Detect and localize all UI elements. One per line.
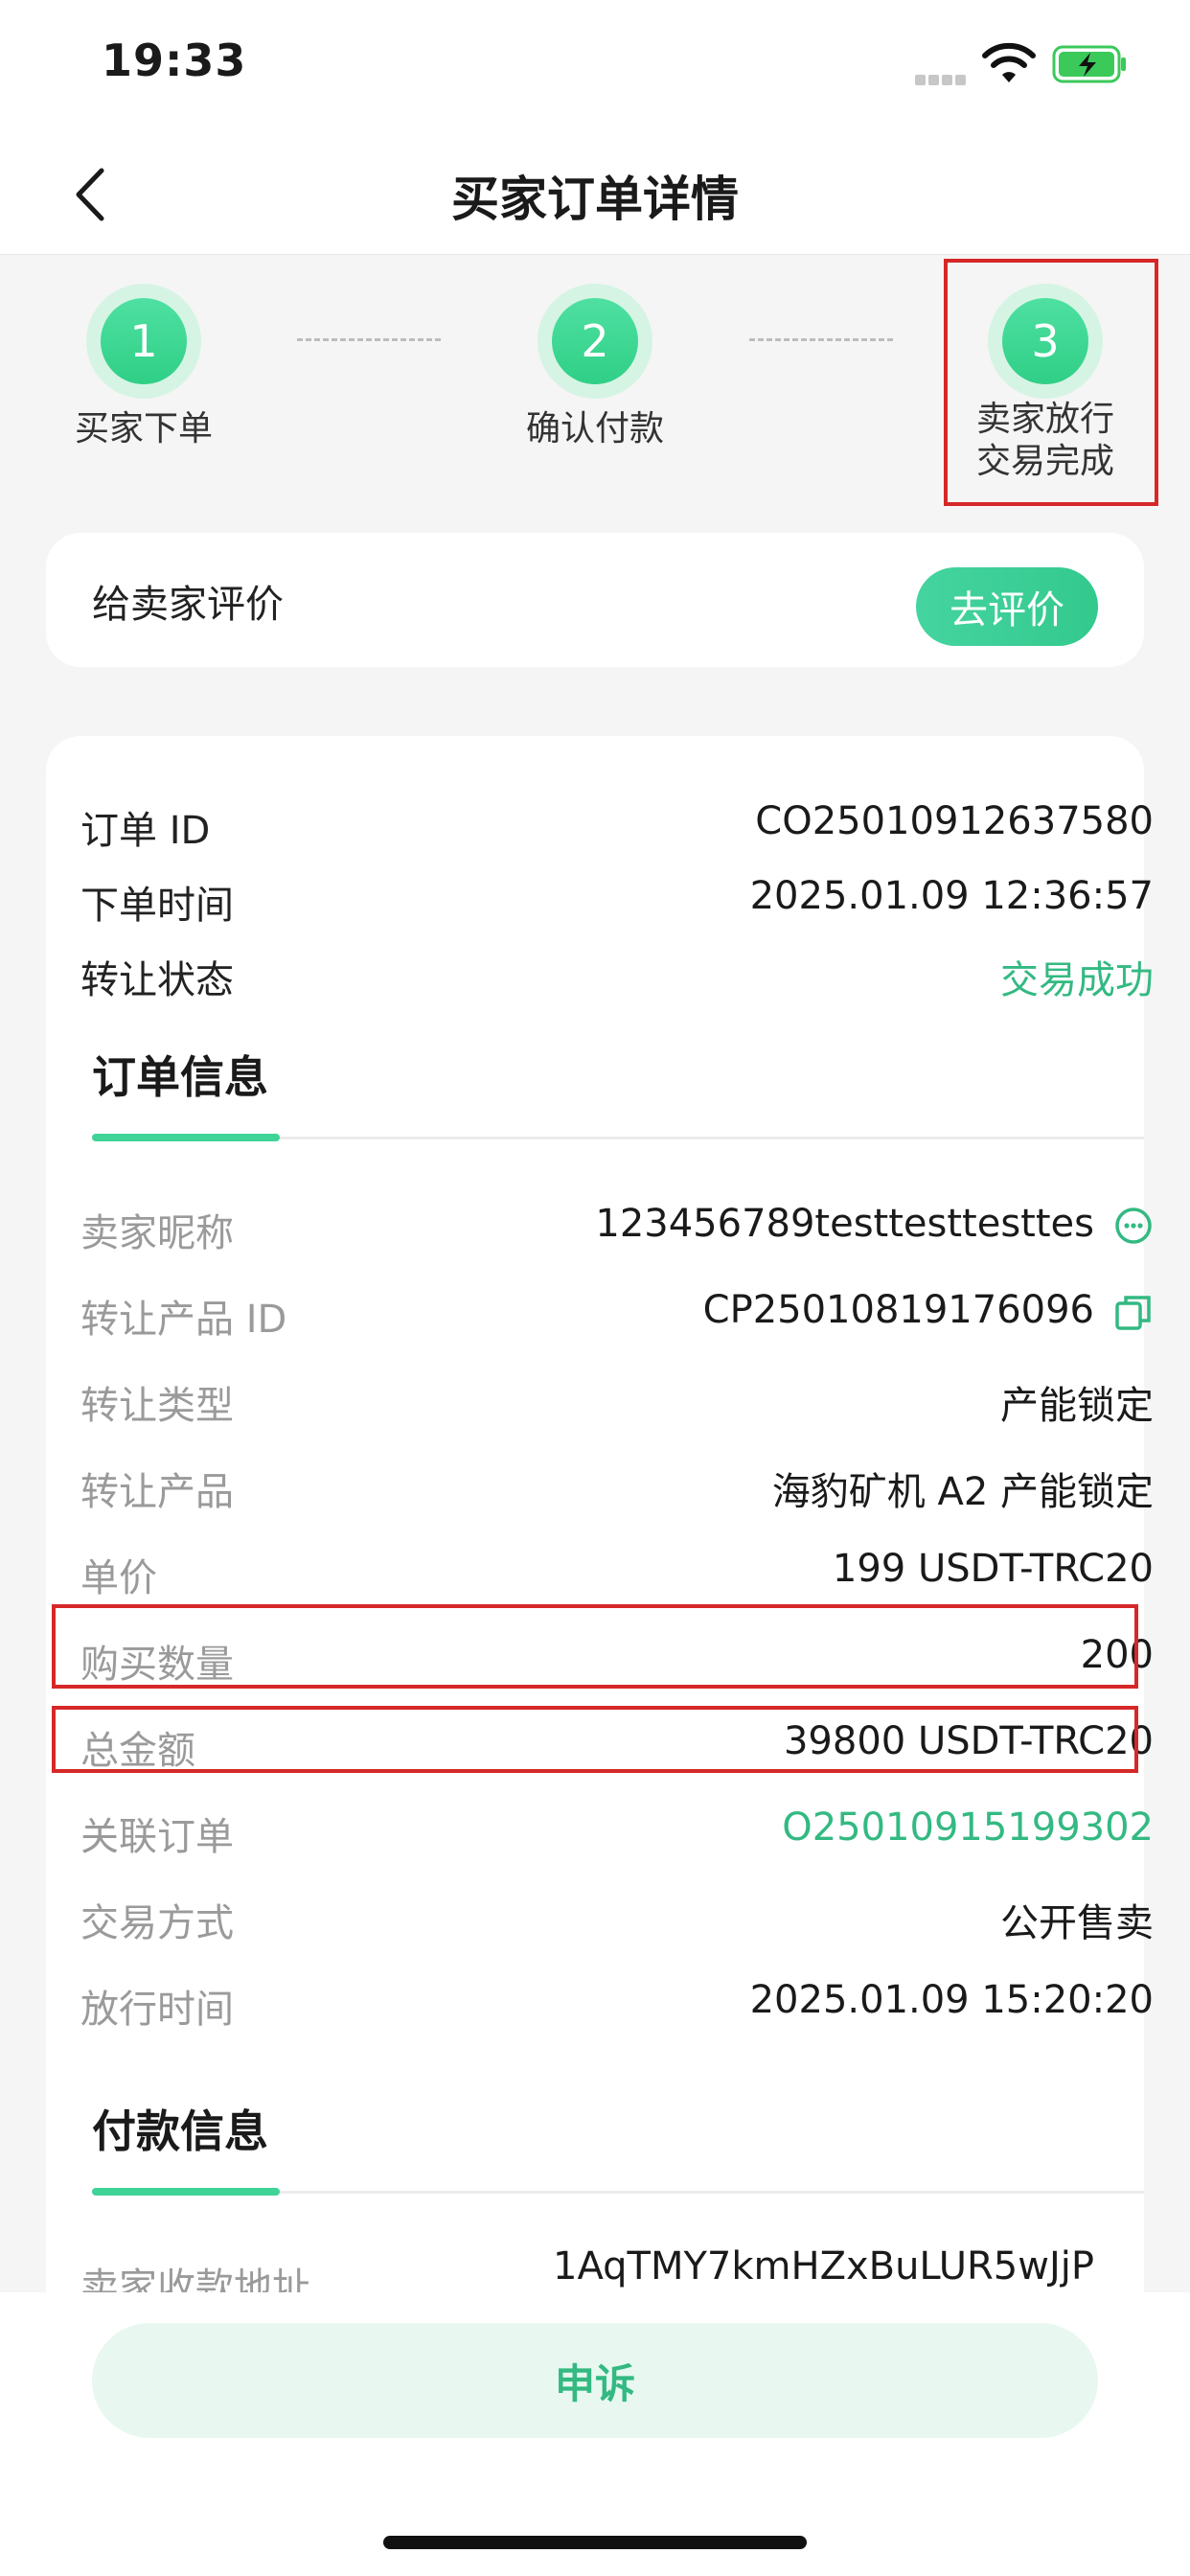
step-2-number: 2 [552, 298, 638, 384]
highlight-box-quantity [52, 1604, 1138, 1689]
highlight-box-total [52, 1706, 1138, 1773]
order-row-seller-nickname: 卖家昵称 123456789testtesttesttes [80, 1190, 1154, 1257]
battery-charging-icon [1052, 45, 1126, 83]
linked-order-link[interactable]: O25010915199302 [782, 1806, 1154, 1850]
appeal-button[interactable]: 申诉 [92, 2323, 1098, 2438]
row-value: CO25010912637580 [755, 799, 1154, 843]
row-label: 转让类型 [80, 1384, 234, 1428]
step-1: 1 买家下单 [38, 284, 249, 450]
order-row-product-id: 转让产品 ID CP25010819176096 [80, 1276, 1154, 1344]
copy-icon[interactable] [1113, 1292, 1154, 1332]
step-connector [297, 338, 441, 341]
row-value: CP25010819176096 [702, 1288, 1094, 1332]
row-label: 转让状态 [80, 958, 234, 1002]
review-card: 给卖家评价 去评价 [46, 533, 1144, 667]
status-value: 交易成功 [1000, 958, 1154, 1002]
row-value: 产能锁定 [1000, 1384, 1154, 1428]
order-row-trade-method: 交易方式 公开售卖 [80, 1880, 1154, 1947]
row-label: 卖家昵称 [80, 1211, 234, 1255]
step-2-label: 确认付款 [525, 409, 664, 448]
row-label: 下单时间 [80, 884, 234, 928]
row-label: 单价 [80, 1556, 157, 1600]
row-label: 转让产品 [80, 1470, 234, 1514]
home-indicator [383, 2536, 807, 2549]
section-title-order-info: 订单信息 [92, 1051, 268, 1103]
row-value: 1AqTMY7kmHZxBuLUR5wJjP [553, 2244, 1094, 2288]
row-value: 123456789testtesttesttes [595, 1202, 1094, 1246]
order-row-linked-order: 关联订单 O25010915199302 [80, 1794, 1154, 1861]
order-row-product: 转让产品 海豹矿机 A2 产能锁定 [80, 1449, 1154, 1516]
row-value: 2025.01.09 12:36:57 [749, 874, 1154, 918]
row-value: 2025.01.09 15:20:20 [749, 1978, 1154, 2022]
review-label: 给卖家评价 [92, 583, 284, 627]
row-value: 199 USDT-TRC20 [832, 1547, 1154, 1591]
row-label: 订单 ID [80, 809, 211, 853]
section-underline [92, 1134, 1144, 1141]
page-title: 买家订单详情 [451, 172, 739, 227]
detail-row-order-id: 订单 ID CO25010912637580 [80, 788, 1154, 855]
signal-dots-icon [915, 71, 969, 85]
row-value: 公开售卖 [1000, 1901, 1154, 1945]
section-underline [92, 2188, 1144, 2196]
status-time: 19:33 [102, 34, 247, 86]
navigation-bar: 买家订单详情 [0, 134, 1190, 255]
order-row-release-time: 放行时间 2025.01.09 15:20:20 [80, 1966, 1154, 2034]
review-button[interactable]: 去评价 [916, 567, 1098, 646]
chat-icon[interactable] [1113, 1206, 1154, 1246]
wifi-icon [982, 42, 1036, 82]
step-connector [749, 338, 893, 341]
highlight-box-step-3 [944, 259, 1158, 506]
order-row-transfer-type: 转让类型 产能锁定 [80, 1363, 1154, 1430]
row-value: 海豹矿机 A2 产能锁定 [771, 1470, 1154, 1514]
status-bar: 19:33 [0, 0, 1190, 134]
section-title-payment-info: 付款信息 [92, 2105, 268, 2157]
order-detail-page: 19:33 买家订单详情 1 买家下单 2 确认付款 3 卖家放行 交易完成 给… [0, 0, 1190, 2576]
row-label: 放行时间 [80, 1988, 234, 2032]
order-row-unit-price: 单价 199 USDT-TRC20 [80, 1535, 1154, 1602]
row-label: 转让产品 ID [80, 1298, 287, 1342]
row-label: 关联订单 [80, 1815, 234, 1859]
step-1-label: 买家下单 [74, 409, 213, 448]
bottom-action-bar: 申诉 [0, 2292, 1190, 2576]
detail-row-status: 转让状态 交易成功 [80, 937, 1154, 1004]
row-label: 交易方式 [80, 1901, 234, 1945]
detail-row-order-time: 下单时间 2025.01.09 12:36:57 [80, 862, 1154, 930]
order-detail-card: 订单 ID CO25010912637580 下单时间 2025.01.09 1… [46, 736, 1154, 2365]
step-1-number: 1 [101, 298, 187, 384]
step-2: 2 确认付款 [490, 284, 700, 450]
